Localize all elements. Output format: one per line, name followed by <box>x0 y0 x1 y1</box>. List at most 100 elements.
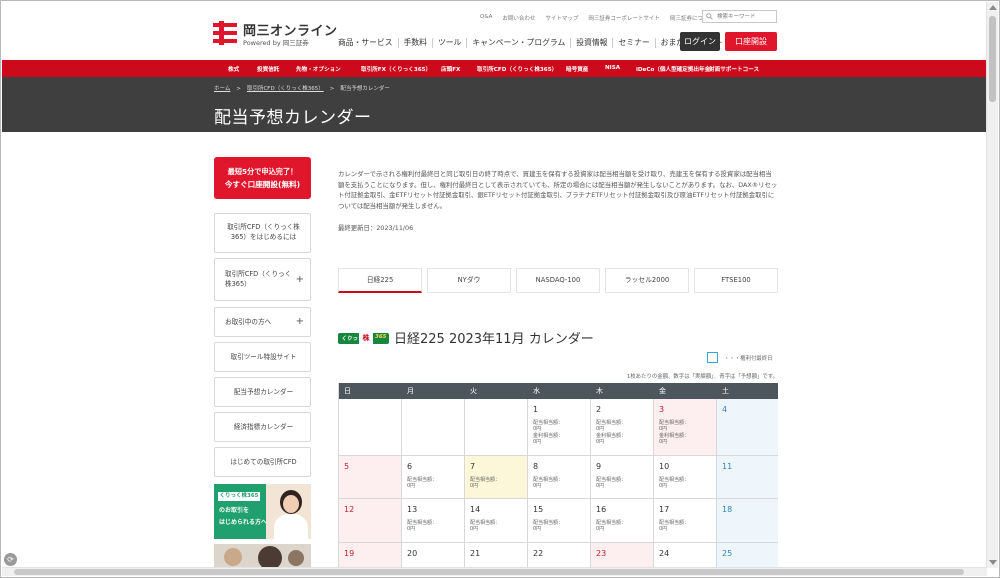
unit-note: 1枚あたりの金額、数字は「実績額」、青字は「予想額」です。 <box>626 374 778 380</box>
utility-link-sitemap[interactable]: サイトマップ <box>545 14 578 24</box>
calendar-day: 5 <box>339 456 402 499</box>
banner-photo <box>266 484 311 539</box>
dividend-value: 0円 <box>533 526 542 532</box>
search-box[interactable] <box>702 10 777 23</box>
nav-investment-info[interactable]: 投資情報 <box>570 38 612 48</box>
calendar-day: 18 <box>717 499 778 543</box>
open-account-button[interactable]: 口座開設 <box>725 32 777 51</box>
badge-mid: 株 <box>359 333 373 344</box>
cta-line2: 今すぐ口座開設(無料) <box>224 180 301 189</box>
product-nav-stock[interactable]: 株式 <box>228 65 239 73</box>
day-number: 21 <box>470 549 481 558</box>
calendar-blank-cell <box>465 399 528 456</box>
day-number: 24 <box>659 549 670 558</box>
sidebar-item-label: 取引所CFD（くりっく株365）をはじめるには <box>227 223 300 241</box>
day-number: 25 <box>722 549 733 558</box>
breadcrumb: ホーム > 取引所CFD（くりっく株365） > 配当予想カレンダー <box>214 86 390 92</box>
utility-link-corporate[interactable]: 岡三証券コーポレートサイト <box>588 14 660 24</box>
calendar-day: 17 配当相当額： 0円 <box>654 499 717 543</box>
product-nav-fx365[interactable]: 取引所FX（くりっく365） <box>361 65 431 73</box>
search-input[interactable] <box>717 12 773 22</box>
legend-text: ・・・権利付最終日 <box>724 356 773 362</box>
nav-tools[interactable]: ツール <box>431 38 466 48</box>
legend-swatch <box>707 352 718 363</box>
calendar-day: 8 配当相当額： 0円 <box>528 456 591 499</box>
sidebar-item-cfd[interactable]: 取引所CFD（くりっく株365） + <box>214 258 311 301</box>
tab-nasdaq100[interactable]: NASDAQ-100 <box>516 268 600 293</box>
index-tabs: 日経225 NYダウ NASDAQ-100 ラッセル2000 FTSE100 <box>338 268 778 295</box>
calendar-day: 3 配当相当額： 0円 金利相当額： 0円 <box>654 399 717 456</box>
day-number: 11 <box>722 462 733 471</box>
calendar-day: 4 <box>717 399 778 456</box>
day-number: 17 <box>659 505 670 514</box>
sidebar-item-dividend-calendar[interactable]: 配当予想カレンダー <box>214 377 311 407</box>
product-nav-nisa[interactable]: NISA <box>605 65 620 71</box>
nav-products[interactable]: 商品・サービス <box>333 38 398 48</box>
dividend-value: 0円 <box>596 426 605 432</box>
sidebar-item-getting-started[interactable]: 取引所CFD（くりっく株365）をはじめるには <box>214 213 311 253</box>
intro-text: カレンダーで示される権利付最終日と同じ取引日の終了時点で、買建玉を保有する投資家… <box>338 170 778 210</box>
expand-icon[interactable]: + <box>296 317 304 327</box>
day-number: 3 <box>659 405 665 414</box>
page-title: 配当予想カレンダー <box>214 108 372 128</box>
calendar-day: 15 配当相当額： 0円 <box>528 499 591 543</box>
day-number: 1 <box>533 405 539 414</box>
day-number: 2 <box>596 405 602 414</box>
last-updated: 最終更新日：2023/11/06 <box>338 224 414 232</box>
tab-nikkei225[interactable]: 日経225 <box>338 268 422 293</box>
dividend-value: 0円 <box>470 483 479 489</box>
calendar-header: くりっく 株 365 日経225 2023年11月 カレンダー <box>338 326 778 347</box>
sidebar-item-first-cfd[interactable]: はじめての取引所CFD <box>214 447 311 477</box>
open-account-cta[interactable]: 最短5分で申込完了！ 今すぐ口座開設(無料) <box>214 157 311 199</box>
kabu365-badge: くりっく 株 365 <box>338 333 389 344</box>
product-nav-crypto[interactable]: 暗号資産 <box>566 65 588 73</box>
calendar-day: 6 配当相当額： 0円 <box>402 456 465 499</box>
day-number: 14 <box>470 505 481 514</box>
tab-russell2000[interactable]: ラッセル2000 <box>605 268 689 293</box>
scroll-thumb[interactable] <box>14 569 964 575</box>
refresh-icon[interactable]: ⟳ <box>4 553 17 566</box>
dividend-value: 0円 <box>533 426 542 432</box>
day-number: 4 <box>722 405 728 414</box>
product-nav-otc-fx[interactable]: 店頭FX <box>441 65 460 73</box>
product-nav-ideco[interactable]: iDeCo（個人型確定拠出年金） <box>636 65 716 73</box>
day-number: 7 <box>470 462 476 471</box>
expand-icon[interactable]: + <box>296 275 304 285</box>
nav-seminar[interactable]: セミナー <box>612 38 654 48</box>
sidebar-item-label: 配当予想カレンダー <box>233 388 294 396</box>
nav-fees[interactable]: 手数料 <box>397 38 432 48</box>
calendar-day: 14 配当相当額： 0円 <box>465 499 528 543</box>
product-nav-face-support[interactable]: 対面サポートコース <box>709 65 759 73</box>
scroll-down-icon[interactable] <box>989 560 997 565</box>
product-nav-cfd[interactable]: 取引所CFD（くりっく株365） <box>477 65 557 73</box>
breadcrumb-cfd[interactable]: 取引所CFD（くりっく株365） <box>247 86 324 92</box>
horizontal-scrollbar[interactable] <box>2 567 987 576</box>
cta-line1: 最短5分で申込完了！ <box>227 167 298 176</box>
sidebar-item-tools-site[interactable]: 取引ツール特設サイト <box>214 342 311 372</box>
vertical-scrollbar[interactable] <box>986 2 998 568</box>
scroll-thumb[interactable] <box>989 16 996 102</box>
nav-campaign[interactable]: キャンペーン・プログラム <box>466 38 570 48</box>
calendar-day: 24 <box>654 543 717 568</box>
utility-link-qa[interactable]: Q&A <box>480 14 492 24</box>
kabu365-banner[interactable]: くりっく株365 のお取引を はじめられる方へ <box>214 484 311 539</box>
day-number: 10 <box>659 462 670 471</box>
sidebar-item-existing-customers[interactable]: お取引中の方へ + <box>214 307 311 337</box>
sidebar-item-label: お取引中の方へ <box>225 318 272 326</box>
product-nav-funds[interactable]: 投資信託 <box>257 65 279 73</box>
scroll-up-icon[interactable] <box>989 5 997 10</box>
dividend-value: 0円 <box>470 526 479 532</box>
calendar-day: 16 配当相当額： 0円 <box>591 499 654 543</box>
utility-link-contact[interactable]: お問い合わせ <box>502 14 535 24</box>
interest-value: 0円 <box>659 439 668 445</box>
login-button[interactable]: ログイン <box>680 32 720 51</box>
day-number: 23 <box>596 549 607 558</box>
tab-ny-dow[interactable]: NYダウ <box>427 268 511 293</box>
product-nav-futures[interactable]: 先物・オプション <box>296 65 341 73</box>
tab-ftse100[interactable]: FTSE100 <box>694 268 778 293</box>
sidebar-item-economic-calendar[interactable]: 経済指標カレンダー <box>214 412 311 442</box>
breadcrumb-home[interactable]: ホーム <box>214 86 230 92</box>
dividend-value: 0円 <box>407 483 416 489</box>
seminar-banner[interactable] <box>214 544 311 568</box>
dividend-calendar: 日 月 火 水 木 金 土 1 配当相当額： 0円 金利相当額： 0円 2 配当相当額： 0円 金利相当額：… <box>338 383 778 568</box>
